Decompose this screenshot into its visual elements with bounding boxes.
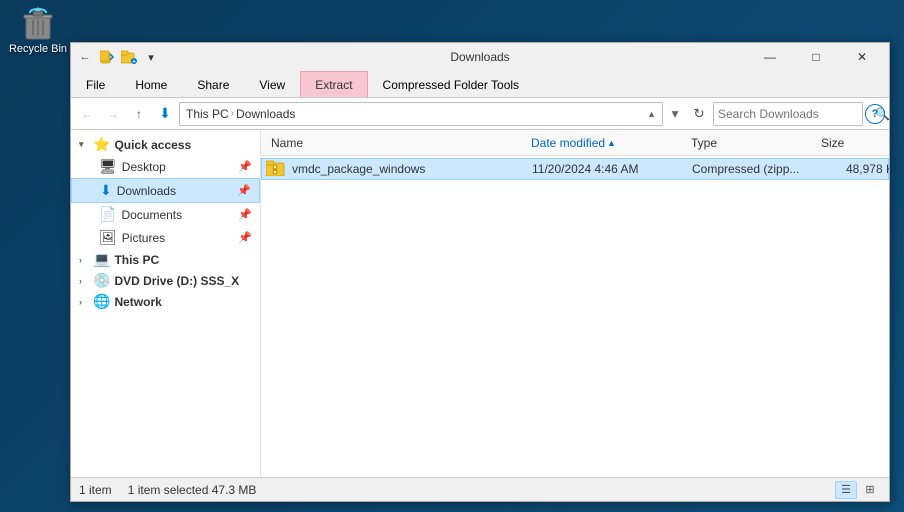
quick-access-chevron: ▾ [79, 139, 89, 150]
refresh-button[interactable]: ↻ [687, 102, 711, 126]
file-explorer-window: ← + [70, 42, 890, 502]
tab-extract[interactable]: Extract [300, 71, 367, 97]
maximize-button[interactable]: □ [793, 43, 839, 71]
status-bar: 1 item 1 item selected 47.3 MB ☰ ⊞ [71, 477, 889, 501]
qa-new-folder-button[interactable]: + [119, 47, 139, 67]
minimize-button[interactable]: — [747, 43, 793, 71]
documents-icon: 📄 [99, 206, 116, 223]
network-icon: 🌐 [93, 293, 110, 310]
qa-back-button[interactable]: ← [75, 47, 95, 67]
this-pc-breadcrumb[interactable]: This PC [186, 107, 229, 121]
status-count: 1 item [79, 483, 112, 497]
status-bar-right: ☰ ⊞ [835, 481, 881, 499]
file-list-body: vmdc_package_windows 11/20/2024 4:46 AM … [261, 156, 889, 477]
status-selected: 1 item selected 47.3 MB [128, 483, 257, 497]
nav-item-documents[interactable]: 📄 Documents 📌 [71, 203, 260, 226]
desktop-pin-icon: 📌 [238, 160, 252, 173]
large-icons-view-button[interactable]: ⊞ [859, 481, 881, 499]
network-section[interactable]: › 🌐 Network [71, 291, 260, 312]
file-size-label: 48,978 KB [822, 162, 889, 176]
this-pc-icon: 💻 [93, 251, 110, 268]
window-controls: — □ ✕ [747, 43, 885, 71]
search-input[interactable] [718, 107, 873, 121]
sort-arrow-icon: ▲ [607, 138, 616, 148]
desktop-icon: 🖥 [99, 158, 117, 175]
nav-item-downloads[interactable]: ⬇ Downloads 📌 [71, 178, 260, 203]
tab-home[interactable]: Home [120, 71, 182, 97]
pictures-pin-icon: 📌 [238, 231, 252, 244]
documents-pin-icon: 📌 [238, 208, 252, 221]
quick-access-section[interactable]: ▾ ⭐ Quick access [71, 134, 260, 155]
file-list-header: Name Date modified ▲ Type Size [261, 130, 889, 156]
nav-item-desktop[interactable]: 🖥 Desktop 📌 [71, 155, 260, 178]
col-header-name[interactable]: Name [265, 136, 525, 150]
downloads-icon: ⬇ [100, 182, 112, 199]
main-content: ▾ ⭐ Quick access 🖥 Desktop 📌 ⬇ Downloads… [71, 130, 889, 477]
recycle-bin-icon[interactable]: Recycle Bin [8, 5, 68, 55]
network-chevron: › [79, 297, 89, 307]
forward-button[interactable]: → [101, 102, 125, 126]
dvd-chevron: › [79, 276, 89, 286]
this-pc-chevron: › [79, 255, 89, 265]
this-pc-section[interactable]: › 💻 This PC [71, 249, 260, 270]
dvd-icon: 💿 [93, 272, 110, 289]
qa-properties-button[interactable] [97, 47, 117, 67]
nav-item-pictures[interactable]: 🖼 Pictures 📌 [71, 226, 260, 249]
zip-file-icon [266, 158, 286, 181]
col-header-size[interactable]: Size [815, 136, 889, 150]
ribbon-tabs: File Home Share View Extract Compressed … [71, 71, 889, 98]
address-path[interactable]: This PC › Downloads ▲ [179, 102, 663, 126]
downloads-breadcrumb[interactable]: Downloads [236, 107, 295, 121]
file-name-label: vmdc_package_windows [292, 162, 532, 176]
svg-text:+: + [132, 60, 136, 65]
address-bar: ← → ↑ ⬇ This PC › Downloads ▲ ▾ ↻ 🔍 ? [71, 98, 889, 130]
up-button[interactable]: ↑ [127, 102, 151, 126]
path-dropdown-button[interactable]: ▾ [665, 102, 685, 126]
pictures-icon: 🖼 [99, 229, 117, 246]
ribbon: ← + [71, 43, 889, 98]
file-type-label: Compressed (zipp... [692, 162, 822, 176]
file-list: Name Date modified ▲ Type Size [261, 130, 889, 477]
breadcrumb-separator: › [231, 108, 234, 119]
back-button[interactable]: ← [75, 102, 99, 126]
qa-dropdown-button[interactable]: ▾ [141, 47, 161, 67]
dvd-drive-section[interactable]: › 💿 DVD Drive (D:) SSS_X [71, 270, 260, 291]
downloads-pin-icon: 📌 [237, 184, 251, 197]
window-title: Downloads [450, 50, 509, 64]
col-header-date[interactable]: Date modified ▲ [525, 136, 685, 150]
tab-view[interactable]: View [244, 71, 300, 97]
breadcrumb: This PC › Downloads [186, 107, 295, 121]
details-view-button[interactable]: ☰ [835, 481, 857, 499]
file-date-label: 11/20/2024 4:46 AM [532, 162, 692, 176]
col-header-type[interactable]: Type [685, 136, 815, 150]
tab-file[interactable]: File [71, 71, 120, 97]
address-expand-icon: ▲ [647, 109, 656, 119]
desktop: Recycle Bin ← [0, 0, 904, 512]
ribbon-top: ← + [71, 43, 889, 71]
search-box: 🔍 [713, 102, 863, 126]
file-item-vmdc[interactable]: vmdc_package_windows 11/20/2024 4:46 AM … [261, 158, 889, 180]
help-button[interactable]: ? [865, 104, 885, 124]
close-button[interactable]: ✕ [839, 43, 885, 71]
tab-share[interactable]: Share [182, 71, 244, 97]
quick-access-toolbar: ← + [75, 47, 161, 67]
nav-pane: ▾ ⭐ Quick access 🖥 Desktop 📌 ⬇ Downloads… [71, 130, 261, 477]
recycle-bin-label: Recycle Bin [9, 43, 67, 55]
download-indicator[interactable]: ⬇ [153, 102, 177, 126]
tab-compressed-folder-tools[interactable]: Compressed Folder Tools [368, 71, 535, 97]
